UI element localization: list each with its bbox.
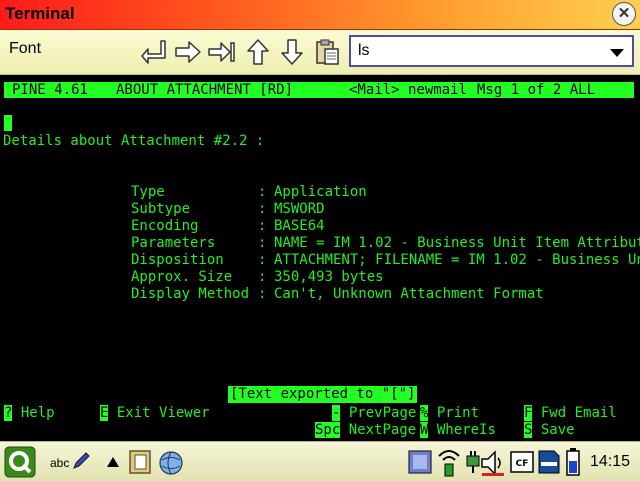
volume-icon[interactable]: [480, 449, 506, 477]
cmd-label: Save: [540, 422, 575, 438]
attachment-heading: Details about Attachment #2.2 :: [3, 133, 265, 149]
arrow-down-icon[interactable]: [277, 37, 307, 67]
field-label-size: Approx. Size: [131, 269, 233, 285]
tab-arrow-icon[interactable]: [207, 37, 237, 67]
arrow-up-icon[interactable]: [243, 37, 273, 67]
taskbar: abc CF 14:15: [0, 441, 640, 481]
cmd-key: E: [100, 405, 109, 421]
status-folder: <Mail> newmail: [349, 82, 468, 98]
close-icon: ✕: [617, 5, 631, 22]
field-separator: :: [258, 286, 267, 302]
pine-status-bar: PINE 4.61 ABOUT ATTACHMENT [RD] <Mail> n…: [4, 82, 634, 98]
cmd-label: WhereIs: [436, 422, 496, 438]
cmd-key: S: [524, 422, 533, 438]
toolbar: Font ls: [0, 30, 640, 75]
notebook-icon[interactable]: [127, 449, 153, 475]
window-title: Terminal: [5, 4, 75, 23]
field-value-disposition: ATTACHMENT; FILENAME = IM 1.02 - Busines…: [274, 252, 640, 268]
cmd-key: Spc: [315, 422, 341, 438]
field-label-type: Type: [131, 184, 165, 200]
field-separator: :: [258, 269, 267, 285]
q-menu-icon[interactable]: [4, 446, 36, 478]
cmd-key: F: [524, 405, 533, 421]
cmd-key: W: [420, 422, 429, 438]
field-value-subtype: MSWORD: [274, 201, 325, 217]
field-label-disposition: Disposition: [131, 252, 224, 268]
cmd-label: Fwd Email: [540, 405, 617, 421]
sd-card-icon[interactable]: [538, 450, 560, 474]
cmd-key: %: [420, 405, 429, 421]
field-separator: :: [258, 235, 267, 251]
field-separator: :: [258, 201, 267, 217]
field-label-parameters: Parameters: [131, 235, 216, 251]
battery-icon[interactable]: [566, 448, 580, 476]
field-value-encoding: BASE64: [274, 218, 325, 234]
cmd-fwd-email[interactable]: F Fwd Email: [524, 405, 617, 422]
status-message: [Text exported to "["]: [228, 386, 418, 403]
field-value-type: Application: [274, 184, 367, 200]
return-arrow-icon[interactable]: [139, 37, 169, 67]
svg-text:CF: CF: [516, 459, 529, 469]
field-value-parameters: NAME = IM 1.02 - Business Unit Item Attr…: [274, 235, 640, 251]
command-value: ls: [358, 42, 370, 59]
screen-icon[interactable]: [408, 450, 432, 474]
cmd-save[interactable]: S Save: [524, 422, 575, 439]
status-screen: ABOUT ATTACHMENT [RD]: [116, 82, 294, 98]
font-menu[interactable]: Font: [9, 40, 41, 58]
field-separator: :: [258, 218, 267, 234]
close-button[interactable]: ✕: [612, 2, 636, 26]
cmd-prev-page[interactable]: - PrevPage: [332, 405, 416, 422]
clock[interactable]: 14:15: [590, 453, 630, 471]
terminal-cursor: [4, 115, 12, 131]
wireless-icon[interactable]: [436, 446, 462, 478]
field-label-subtype: Subtype: [131, 201, 191, 217]
cmd-label: Exit Viewer: [116, 405, 210, 421]
cmd-whereis[interactable]: W WhereIs: [420, 422, 496, 439]
cmd-label: PrevPage: [348, 405, 417, 421]
up-triangle-icon[interactable]: [107, 457, 119, 467]
field-value-size: 350,493 bytes: [274, 269, 384, 285]
status-app: PINE 4.61: [12, 82, 88, 98]
field-label-encoding: Encoding: [131, 218, 199, 234]
terminal-screen[interactable]: PINE 4.61 ABOUT ATTACHMENT [RD] <Mail> n…: [0, 75, 640, 441]
input-method-label[interactable]: abc: [50, 456, 69, 470]
field-label-display-method: Display Method: [131, 286, 250, 302]
paste-icon[interactable]: [312, 37, 342, 67]
cmd-print[interactable]: % Print: [420, 405, 479, 422]
title-bar: Terminal ✕: [0, 0, 640, 30]
keyboard-pen-icon[interactable]: [72, 452, 90, 470]
field-value-display-method: Can't, Unknown Attachment Format: [274, 286, 544, 302]
cmd-key: ?: [4, 405, 13, 421]
field-separator: :: [258, 252, 267, 268]
cf-card-icon[interactable]: CF: [510, 451, 534, 473]
chevron-down-icon[interactable]: [610, 49, 624, 57]
arrow-right-icon[interactable]: [173, 37, 203, 67]
command-select[interactable]: ls: [349, 35, 634, 67]
cmd-next-page[interactable]: Spc NextPage: [315, 422, 416, 439]
cmd-key: -: [332, 405, 341, 421]
status-message-count: Msg 1 of 2 ALL: [477, 82, 596, 98]
cmd-label: Help: [20, 405, 55, 421]
cmd-label: Print: [436, 405, 480, 421]
cmd-label: NextPage: [348, 422, 417, 438]
cmd-exit-viewer[interactable]: E Exit Viewer: [100, 405, 210, 422]
field-separator: :: [258, 184, 267, 200]
network-globe-icon[interactable]: [157, 449, 185, 477]
cmd-help[interactable]: ? Help: [4, 405, 55, 422]
